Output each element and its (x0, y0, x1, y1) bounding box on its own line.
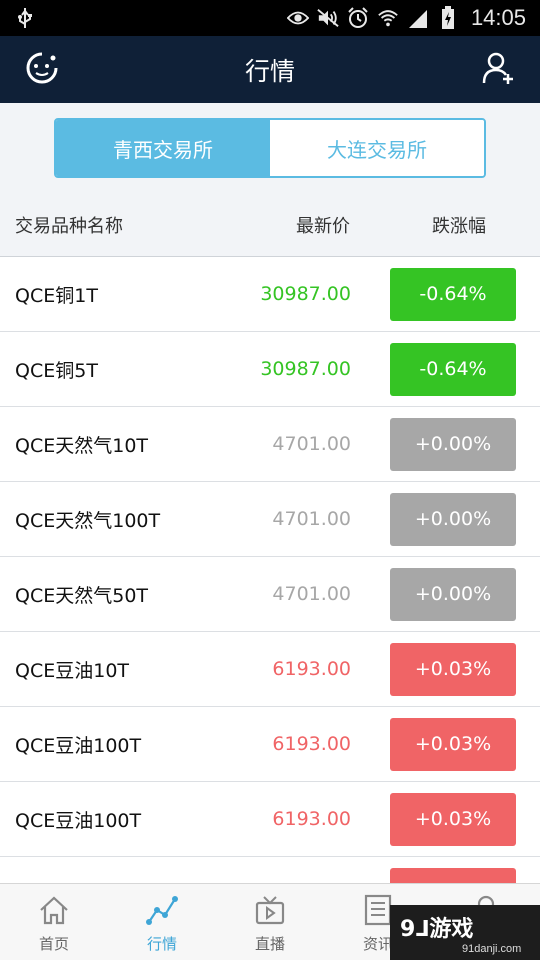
battery-icon (437, 6, 459, 29)
column-price-header[interactable]: 最新价 (240, 212, 350, 238)
quote-row[interactable]: QCE铜5T 30987.00 -0.64% (0, 332, 540, 407)
latest-price: 6193.00 (272, 733, 351, 755)
change-badge[interactable]: +0.03% (390, 642, 516, 696)
exchange-switcher-area: 青西交易所 大连交易所 (0, 103, 540, 193)
column-name-header[interactable]: 交易品种名称 (0, 212, 240, 238)
customer-service-button[interactable] (22, 50, 62, 90)
change-cell: +0.03% (351, 642, 540, 696)
tab-live[interactable]: 直播 (216, 884, 324, 960)
instrument-name: QCE豆油100T (15, 734, 142, 757)
usb-icon (14, 7, 36, 29)
change-badge[interactable]: -0.64% (390, 342, 516, 396)
change-cell: +0.00% (351, 567, 540, 621)
change-cell: +0.03% (351, 717, 540, 771)
home-icon (36, 893, 72, 927)
mute-icon (317, 7, 339, 29)
change-cell: -0.64% (351, 267, 540, 321)
quote-row[interactable]: QCE天然气50T 4701.00 +0.00% (0, 557, 540, 632)
column-change-header[interactable]: 跌涨幅 (350, 212, 540, 238)
tab-market-label: 行情 (146, 935, 177, 953)
tab-dalian-exchange[interactable]: 大连交易所 (270, 120, 484, 176)
quote-row[interactable]: QCE天然气100T 4701.00 +0.00% (0, 482, 540, 557)
change-cell: +0.00% (351, 492, 540, 546)
eye-icon (286, 7, 309, 29)
change-badge[interactable]: +0.03% (390, 792, 516, 846)
change-badge[interactable]: +0.00% (390, 567, 516, 621)
change-cell: +0.03% (351, 792, 540, 846)
instrument-name: QCE天然气10T (15, 434, 149, 457)
quote-list: QCE铜1T 30987.00 -0.64% QCE铜5T 30987.00 -0.64%… (0, 257, 540, 932)
watermark-logo: 9⅃游戏 (400, 916, 474, 942)
quote-row[interactable]: QCE铜1T 30987.00 -0.64% (0, 257, 540, 332)
instrument-name: QCE天然气100T (15, 509, 161, 532)
latest-price: 30987.00 (260, 283, 351, 305)
site-watermark: 9⅃游戏 91danji.com (390, 905, 540, 960)
table-header: 交易品种名称 最新价 跌涨幅 (0, 193, 540, 257)
quote-row[interactable]: QCE天然气10T 4701.00 +0.00% (0, 407, 540, 482)
change-badge[interactable]: -0.64% (390, 267, 516, 321)
wifi-icon (377, 7, 399, 29)
change-cell: -0.64% (351, 342, 540, 396)
instrument-name: QCE铜5T (15, 359, 98, 382)
tab-home[interactable]: 首页 (0, 884, 108, 960)
add-user-button[interactable] (478, 50, 518, 90)
instrument-name: QCE豆油10T (15, 659, 130, 682)
instrument-name: QCE天然气50T (15, 584, 149, 607)
quote-row[interactable]: QCE豆油10T 6193.00 +0.03% (0, 632, 540, 707)
watermark-url: 91danji.com (462, 942, 522, 955)
latest-price: 4701.00 (272, 508, 351, 530)
latest-price: 30987.00 (260, 358, 351, 380)
quote-row[interactable]: QCE豆油100T 6193.00 +0.03% (0, 707, 540, 782)
change-cell: +0.00% (351, 417, 540, 471)
service-bot-icon (25, 51, 59, 89)
add-user-icon (481, 51, 515, 89)
quote-row[interactable]: QCE豆油100T 6193.00 +0.03% (0, 782, 540, 857)
alarm-icon (347, 7, 369, 29)
tab-qingxi-exchange[interactable]: 青西交易所 (56, 120, 270, 176)
status-bar: 14:05 (0, 0, 540, 36)
tab-live-label: 直播 (254, 935, 285, 953)
page-title: 行情 (244, 56, 295, 86)
tab-home-label: 首页 (38, 935, 69, 953)
exchange-switcher: 青西交易所 大连交易所 (54, 118, 486, 178)
status-time: 14:05 (470, 5, 526, 30)
tab-news-label: 资讯 (362, 935, 393, 953)
instrument-name: QCE豆油100T (15, 809, 142, 832)
chart-line-icon (144, 893, 180, 927)
change-badge[interactable]: +0.00% (390, 492, 516, 546)
latest-price: 6193.00 (272, 658, 351, 680)
tv-icon (252, 893, 288, 927)
app-header: 行情 (0, 36, 540, 103)
change-badge[interactable]: +0.00% (390, 417, 516, 471)
signal-icon (407, 7, 429, 29)
latest-price: 6193.00 (272, 808, 351, 830)
latest-price: 4701.00 (272, 583, 351, 605)
instrument-name: QCE铜1T (15, 284, 98, 307)
change-badge[interactable]: +0.03% (390, 717, 516, 771)
latest-price: 4701.00 (272, 433, 351, 455)
tab-market[interactable]: 行情 (108, 884, 216, 960)
